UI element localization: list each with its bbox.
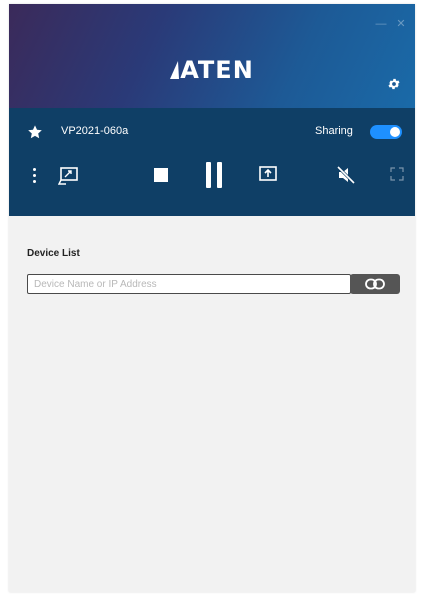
device-search-input[interactable] <box>27 274 351 294</box>
app-window: — ✕ ATEN VP2021-060a Sharing Device List… <box>9 4 415 592</box>
favorite-star-icon[interactable] <box>27 124 43 140</box>
device-name: VP2021-060a <box>61 125 129 137</box>
device-list-panel: Device List <box>9 216 415 592</box>
minimize-icon[interactable]: — <box>375 18 387 30</box>
link-icon <box>365 278 385 290</box>
stop-icon[interactable] <box>154 168 168 182</box>
header-banner: — ✕ ATEN <box>9 4 415 108</box>
device-list-title: Device List <box>27 248 80 259</box>
logo-mark <box>170 61 180 79</box>
pause-icon[interactable] <box>204 162 224 188</box>
aten-logo: ATEN <box>9 56 415 84</box>
connect-button[interactable] <box>350 274 400 294</box>
mute-icon[interactable] <box>336 165 356 185</box>
toggle-knob <box>390 127 400 137</box>
fullscreen-icon[interactable] <box>390 167 404 181</box>
session-control-bar: VP2021-060a Sharing <box>9 108 415 216</box>
more-options-icon[interactable] <box>31 168 37 184</box>
sharing-label: Sharing <box>315 125 353 137</box>
logo-text: ATEN <box>180 56 254 84</box>
gear-icon[interactable] <box>387 77 401 91</box>
close-icon[interactable]: ✕ <box>395 18 407 30</box>
sharing-toggle[interactable] <box>370 125 402 139</box>
upload-icon[interactable] <box>259 166 277 182</box>
screen-mirror-icon[interactable] <box>58 166 80 186</box>
